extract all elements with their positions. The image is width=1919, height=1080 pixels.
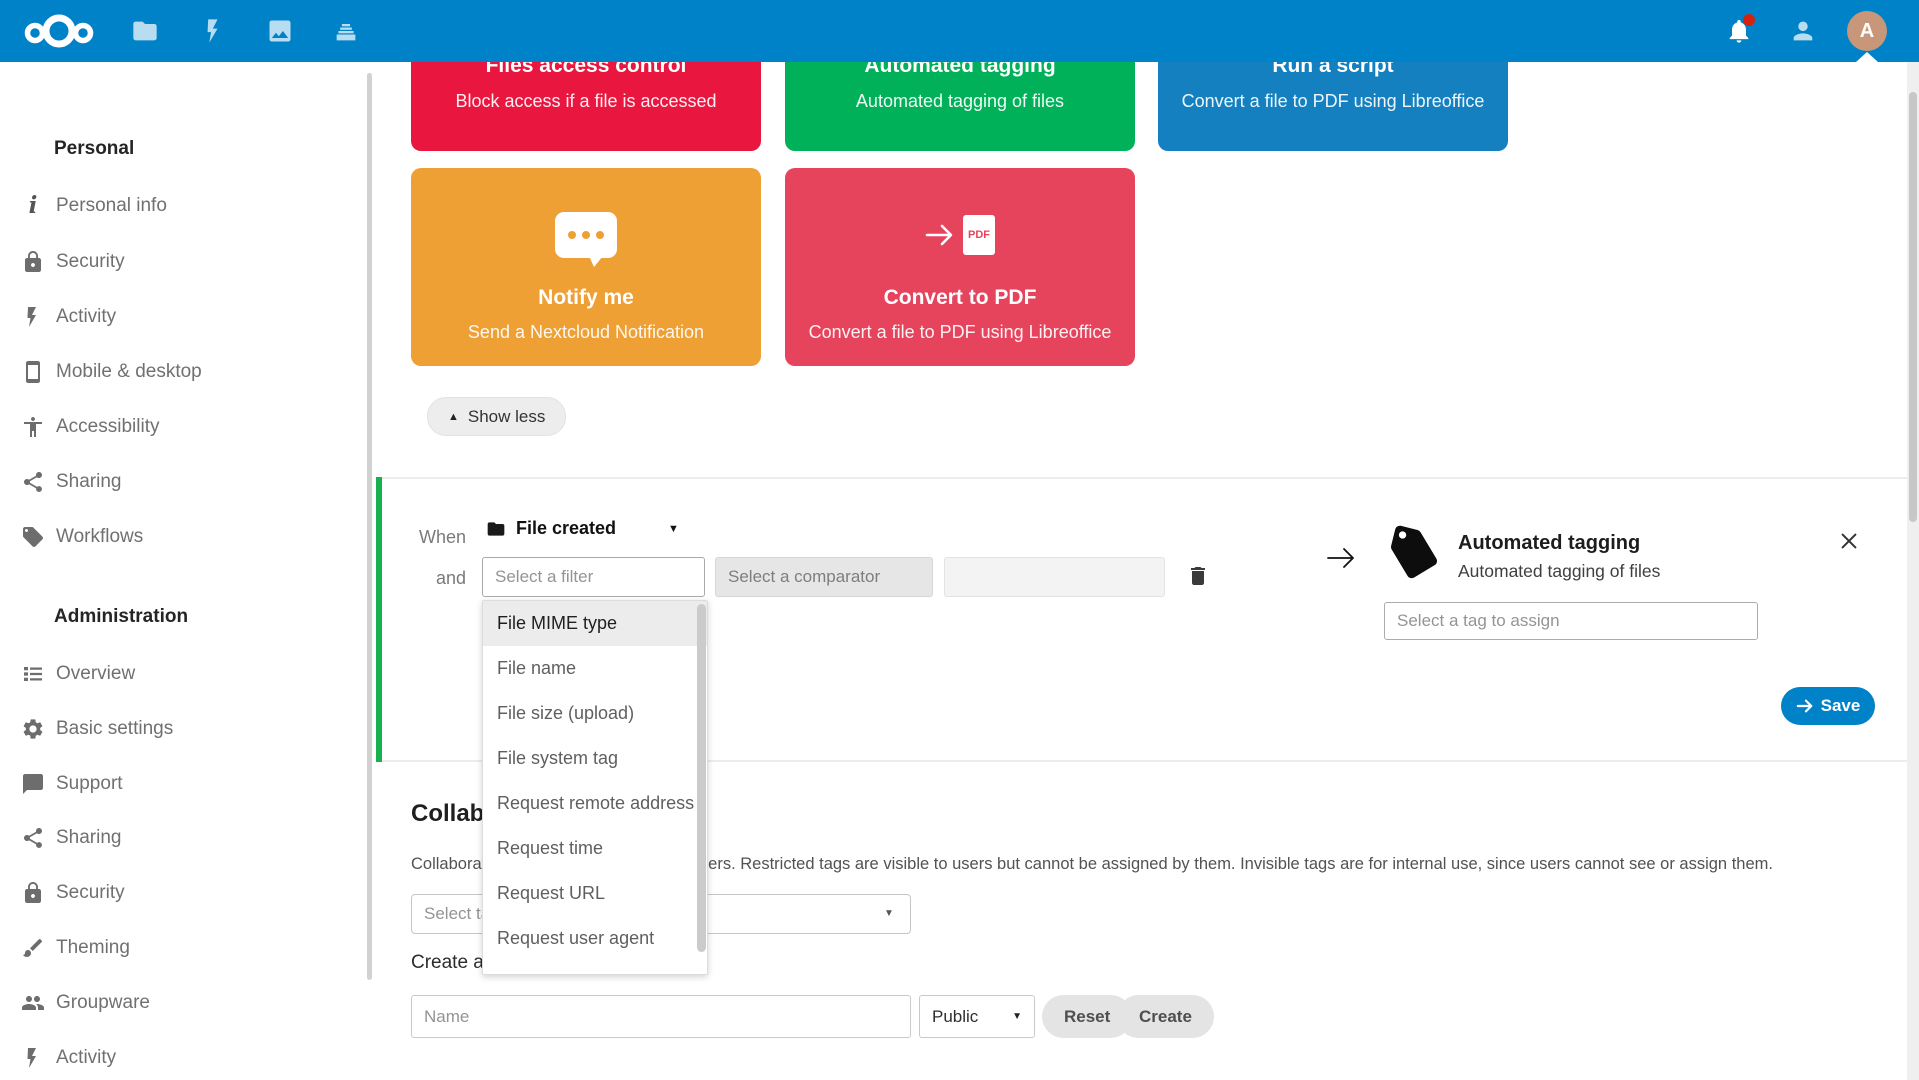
sidebar-item-support[interactable]: Support [0,762,373,806]
dropdown-scrollbar[interactable] [697,604,706,952]
card-subtitle: Send a Nextcloud Notification [467,322,705,342]
sidebar-item-sharing-personal[interactable]: Sharing [0,460,373,504]
dropdown-item-file-name[interactable]: File name [483,646,707,691]
brush-icon [23,938,43,957]
sidebar-item-activity-admin[interactable]: Activity [0,1036,373,1080]
accessibility-icon [24,417,42,437]
sidebar-item-theming[interactable]: Theming [0,926,373,970]
sidebar-item-security-admin[interactable]: Security [0,871,373,915]
then-arrow-icon [1327,548,1354,568]
bolt-icon [27,1048,36,1068]
sidebar-item-workflows-personal[interactable]: Workflows [0,515,373,559]
sidebar-item-sharing-admin[interactable]: Sharing [0,816,373,860]
notifications-bell-icon[interactable] [1725,14,1755,45]
phone-icon [26,361,40,383]
files-app-icon[interactable] [131,17,159,45]
filter-select-input[interactable] [482,557,705,597]
sidebar-heading-administration: Administration [54,606,189,627]
action-subtitle: Automated tagging of files [1458,561,1661,581]
avatar-letter: A [1859,19,1875,42]
settings-page: A Personal i Personal info Security Acti… [0,0,1919,1080]
page-scrollbar-thumb[interactable] [1909,92,1917,522]
top-header-bar: A [0,0,1919,62]
card-title: Convert to PDF [883,286,1037,309]
close-rule-icon[interactable] [1838,530,1860,552]
dropdown-item-request-url[interactable]: Request URL [483,871,707,916]
avatar-menu-pointer [1856,52,1878,62]
sidebar-item-overview[interactable]: Overview [0,652,373,696]
card-notify-me[interactable]: Notify me Send a Nextcloud Notification [411,168,761,366]
tag-name-input[interactable] [411,995,911,1038]
tag-to-assign-input[interactable] [1384,602,1758,640]
contacts-icon[interactable] [1789,17,1817,45]
sidebar-heading-personal: Personal [54,138,135,159]
sidebar-item-security-personal[interactable]: Security [0,240,373,284]
dropdown-item-file-system-tag[interactable]: File system tag [483,736,707,781]
speech-bubble-icon [411,204,761,267]
caret-down-icon: ▼ [668,522,679,535]
create-button[interactable]: Create [1117,995,1214,1038]
sidebar-item-mobile-desktop[interactable]: Mobile & desktop [0,350,373,394]
card-convert-to-pdf[interactable]: PDF Convert to PDF Convert a file to PDF… [785,168,1135,366]
card-subtitle: Automated tagging of files [855,91,1065,111]
sidebar-item-basic-settings[interactable]: Basic settings [0,707,373,751]
lock-icon [25,251,41,272]
deck-app-icon[interactable] [332,17,360,45]
share-icon [24,828,42,848]
card-subtitle: Convert a file to PDF using Libreoffice [808,322,1112,342]
sidebar-item-groupware[interactable]: Groupware [0,981,373,1025]
user-avatar[interactable]: A [1847,11,1887,51]
card-title: Notify me [538,286,634,309]
save-button[interactable]: Save [1781,687,1875,725]
dropdown-item-file-mime-type[interactable]: File MIME type [483,601,707,646]
sidebar-scrollbar[interactable] [367,73,372,980]
event-value: File created [516,518,617,538]
caret-down-icon: ▼ [1012,1011,1022,1022]
settings-sidebar: Personal i Personal info Security Activi… [0,62,373,1080]
and-label: and [435,568,466,588]
chat-bubble-icon [23,774,43,794]
filter-dropdown-menu: File MIME type File name File size (uplo… [482,600,708,975]
bolt-icon [27,307,36,327]
share-icon [24,472,42,492]
people-icon [22,996,44,1010]
delete-filter-trash-icon[interactable] [1186,564,1210,588]
comparator-select-input[interactable] [715,557,933,597]
tag-icon [23,527,43,547]
active-rule-bar [376,477,382,762]
card-subtitle: Convert a file to PDF using Libreoffice [1181,91,1485,111]
dropdown-item-file-size[interactable]: File size (upload) [483,691,707,736]
card-subtitle: Block access if a file is accessed [455,91,717,111]
action-title: Automated tagging [1458,532,1641,554]
when-label: When [418,527,466,547]
show-less-button[interactable]: ▲ Show less [427,397,567,436]
activity-app-icon[interactable] [200,17,228,45]
event-select[interactable]: File created ▼ [486,518,679,539]
folder-icon [487,521,505,536]
lock-icon [25,882,41,903]
tag-visibility-select[interactable]: Public ▼ [919,995,1035,1038]
list-icon [24,667,42,681]
gear-icon [23,719,43,739]
info-icon: i [28,192,38,219]
dropdown-item-request-time[interactable]: Request time [483,826,707,871]
caret-up-icon: ▲ [448,410,459,423]
sidebar-item-personal-info[interactable]: i Personal info [0,184,373,228]
dropdown-item-request-user-agent[interactable]: Request user agent [483,916,707,961]
sidebar-item-accessibility[interactable]: Accessibility [0,405,373,449]
save-arrow-icon [1796,699,1813,713]
notification-dot [1743,14,1755,26]
nextcloud-logo[interactable] [22,8,96,59]
sidebar-item-activity-personal[interactable]: Activity [0,295,373,339]
filter-value-input[interactable] [944,557,1165,597]
dropdown-item-request-remote-address[interactable]: Request remote address [483,781,707,826]
photos-app-icon[interactable] [266,17,294,45]
arrow-to-pdf-icon: PDF [785,204,1135,266]
caret-down-icon: ▼ [884,908,894,919]
